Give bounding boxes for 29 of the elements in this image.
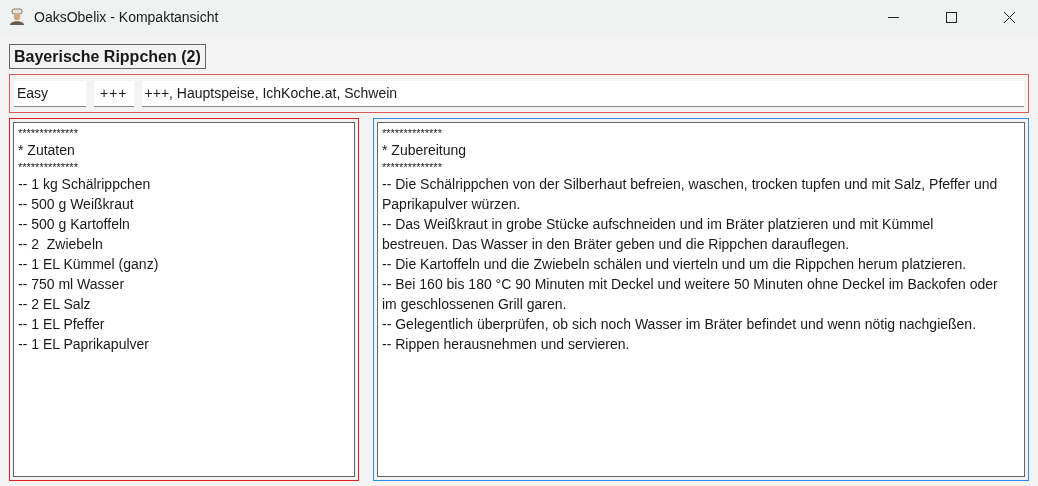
preparation-step: -- Bei 160 bis 180 °C 90 Minuten mit Deckel und weitere 50 Minuten ohne Deckel im Backofen oder im geschlossenen Grill garen. — [382, 274, 1000, 314]
preparation-step: -- Gelegentlich überprüfen, ob sich noch Wasser im Bräter befindet und wenn nötig nachgießen. — [382, 314, 1000, 334]
preparation-step: -- Rippen herausnehmen und servieren. — [382, 334, 1000, 354]
ingredient-line: -- 1 EL Pfeffer — [18, 315, 106, 334]
ingredient-line: -- 500 g Weißkraut — [18, 195, 135, 214]
ingredient-line: -- 1 EL Kümmel (ganz) — [18, 255, 160, 274]
ingredient-line: -- 500 g Kartoffeln — [18, 215, 131, 234]
ingredient-line: -- 2 EL Salz — [18, 295, 92, 314]
window-title: OaksObelix - Kompaktansicht — [34, 7, 219, 27]
asterisk-rule: ************** — [18, 160, 78, 174]
rating-button[interactable]: +++ — [94, 80, 134, 107]
ingredient-line: -- 750 ml Wasser — [18, 275, 126, 294]
close-icon — [1003, 11, 1015, 23]
recipe-title: Bayerische Rippchen (2) — [9, 44, 206, 69]
ingredient-line: -- 1 EL Paprikapulver — [18, 335, 150, 354]
preparation-step: -- Die Schälrippchen von der Silberhaut befreien, waschen, trocken tupfen und mit Salz, Pfeffer und Paprikapulver würzen. — [382, 174, 1000, 214]
preparation-step: -- Die Kartoffeln und die Zwiebeln schälen und vierteln und um die Rippchen herum platzieren. — [382, 254, 1000, 274]
difficulty-field[interactable]: Easy — [14, 80, 86, 107]
asterisk-rule: ************** — [18, 126, 78, 140]
asterisk-rule: ************** — [382, 160, 442, 174]
tags-field[interactable]: +++, Hauptspeise, IchKoche.at, Schwein — [141, 80, 1024, 107]
preparation-step: -- Das Weißkraut in grobe Stücke aufschneiden und im Bräter platzieren und mit Kümmel bestreuen. Das Wasser in den Bräter geben und die Rippchen darauflegen. — [382, 214, 1000, 254]
asterisk-rule: ************** — [382, 126, 442, 140]
ingredient-line: -- 2 Zwiebeln — [18, 235, 104, 254]
chef-icon — [8, 8, 26, 26]
preparation-step: * Zubereitung — [382, 140, 1000, 160]
ingredient-line: * Zutaten — [18, 141, 76, 160]
maximize-icon — [945, 11, 957, 23]
ingredient-line: -- 1 kg Schälrippchen — [18, 175, 152, 194]
